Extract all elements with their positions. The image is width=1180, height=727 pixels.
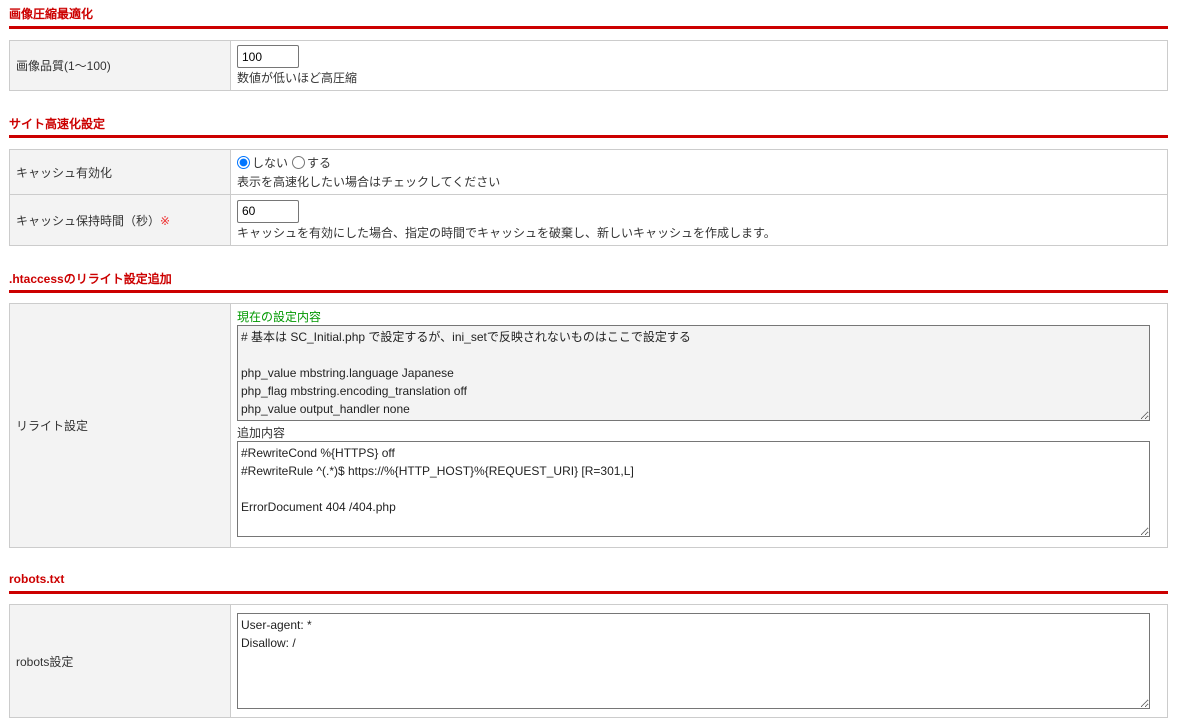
- section-title-robots: robots.txt: [9, 572, 65, 586]
- additional-settings-textarea[interactable]: #RewriteCond %{HTTPS} off #RewriteRule ^…: [237, 441, 1150, 537]
- divider: [9, 591, 1168, 594]
- section-title-speed: サイト高速化設定: [9, 117, 106, 131]
- cache-enable-label: キャッシュ有効化: [9, 149, 231, 195]
- required-mark: ※: [160, 213, 171, 228]
- htaccess-table: リライト設定 現在の設定内容 # 基本は SC_Initial.php で設定す…: [9, 303, 1168, 548]
- divider: [9, 135, 1168, 138]
- image-quality-input[interactable]: [237, 45, 299, 68]
- current-settings-label: 現在の設定内容: [237, 310, 322, 324]
- cache-enable-note: 表示を高速化したい場合はチェックしてください: [237, 175, 501, 189]
- additional-label: 追加内容: [237, 426, 286, 440]
- cache-time-note: キャッシュを有効にした場合、指定の時間でキャッシュを破棄し、新しいキャッシュを作…: [237, 225, 776, 240]
- radio-label: する: [307, 156, 332, 170]
- image-settings-table: 画像品質(1〜100) 数値が低いほど高圧縮: [9, 40, 1168, 91]
- divider: [9, 290, 1168, 293]
- current-settings-textarea[interactable]: # 基本は SC_Initial.php で設定するが、ini_setで反映され…: [237, 325, 1150, 421]
- label-text: キャッシュ保持時間（秒）: [16, 213, 161, 228]
- divider: [9, 26, 1168, 29]
- robots-textarea[interactable]: User-agent: * Disallow: /: [237, 613, 1150, 709]
- cache-on-radio[interactable]: する: [292, 154, 331, 171]
- section-title-htaccess: .htaccessのリライト設定追加: [9, 272, 172, 286]
- cache-time-label: キャッシュ保持時間（秒）※: [9, 194, 231, 246]
- rewrite-label: リライト設定: [9, 303, 231, 548]
- radio-label: しない: [252, 156, 289, 170]
- section-title-image: 画像圧縮最適化: [9, 7, 94, 21]
- robots-table: robots設定 User-agent: * Disallow: /: [9, 604, 1168, 718]
- cache-time-input[interactable]: [237, 199, 299, 223]
- image-quality-label: 画像品質(1〜100): [9, 40, 231, 91]
- image-quality-note: 数値が低いほど高圧縮: [237, 71, 358, 85]
- speed-settings-table: キャッシュ有効化 しない する表示を高速化したい場合はチェックしてください キャッ…: [9, 149, 1168, 246]
- robots-label: robots設定: [9, 604, 231, 718]
- cache-off-radio[interactable]: しない: [237, 154, 288, 171]
